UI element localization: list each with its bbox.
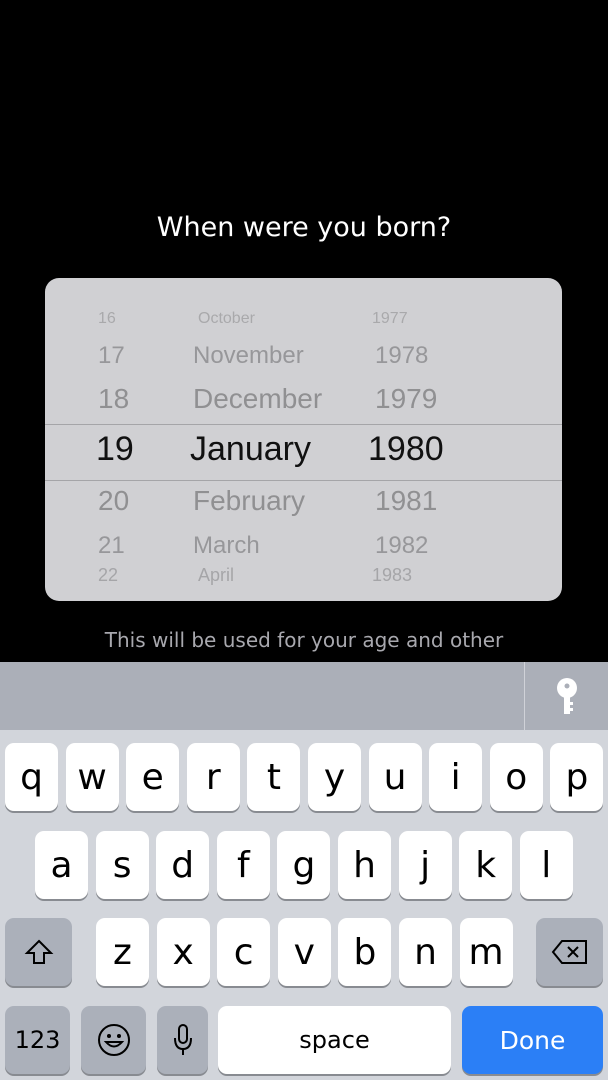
shift-key[interactable] (5, 918, 72, 986)
key-c[interactable]: c (217, 918, 271, 986)
key-t[interactable]: t (247, 743, 301, 811)
month-item[interactable]: December (193, 383, 322, 415)
key-h[interactable]: h (338, 831, 391, 899)
numbers-key[interactable]: 123 (5, 1006, 70, 1074)
year-item[interactable]: 1978 (375, 342, 428, 370)
key-a[interactable]: a (35, 831, 88, 899)
year-item[interactable]: 1981 (375, 485, 437, 517)
key-f[interactable]: f (216, 831, 270, 899)
key-m[interactable]: m (459, 918, 513, 986)
keyboard-accessory-bar (0, 662, 608, 730)
day-item[interactable]: 17 (98, 342, 125, 370)
emoji-key[interactable] (81, 1006, 146, 1074)
key-z[interactable]: z (96, 918, 149, 986)
key-j[interactable]: j (398, 831, 452, 899)
key-w[interactable]: w (65, 743, 119, 811)
day-item[interactable]: 20 (98, 485, 129, 517)
key-r[interactable]: r (186, 743, 240, 811)
key-icon[interactable] (556, 678, 578, 721)
done-key[interactable]: Done (462, 1006, 603, 1074)
space-key[interactable]: space (218, 1006, 451, 1074)
key-y[interactable]: y (308, 743, 361, 811)
day-item[interactable]: 19 (96, 430, 134, 469)
key-u[interactable]: u (368, 743, 422, 811)
month-item[interactable]: January (190, 430, 311, 469)
key-e[interactable]: e (126, 743, 180, 811)
helper-text: This will be used for your age and other (104, 628, 504, 652)
dictation-key[interactable] (157, 1006, 208, 1074)
selection-line-bottom (45, 480, 562, 481)
year-item[interactable]: 1977 (372, 310, 408, 328)
day-item[interactable]: 22 (98, 565, 118, 586)
key-i[interactable]: i (429, 743, 483, 811)
year-item[interactable]: 1982 (375, 532, 428, 560)
delete-key[interactable] (536, 918, 603, 986)
month-item[interactable]: April (198, 565, 234, 586)
emoji-icon (97, 1024, 130, 1056)
day-item[interactable]: 21 (98, 532, 125, 560)
key-p[interactable]: p (550, 743, 604, 811)
key-v[interactable]: v (277, 918, 331, 986)
month-item[interactable]: November (193, 342, 304, 370)
key-o[interactable]: o (489, 743, 543, 811)
microphone-icon (173, 1024, 192, 1055)
month-item[interactable]: October (198, 310, 255, 328)
page-title: When were you born? (156, 212, 452, 243)
key-l[interactable]: l (519, 831, 573, 899)
year-item[interactable]: 1983 (372, 565, 412, 586)
key-b[interactable]: b (338, 918, 392, 986)
backspace-icon (551, 940, 587, 964)
key-n[interactable]: n (399, 918, 452, 986)
key-d[interactable]: d (156, 831, 210, 899)
day-item[interactable]: 16 (98, 310, 116, 328)
shift-icon (24, 939, 53, 964)
selection-line-top (45, 424, 562, 425)
key-g[interactable]: g (277, 831, 331, 899)
date-picker[interactable]: 16 17 18 19 20 21 22 October November December Jan… (45, 278, 562, 601)
key-x[interactable]: x (156, 918, 210, 986)
divider (524, 662, 525, 730)
year-item[interactable]: 1980 (368, 430, 444, 469)
year-item[interactable]: 1979 (375, 383, 437, 415)
day-item[interactable]: 18 (98, 383, 129, 415)
key-s[interactable]: s (95, 831, 149, 899)
key-q[interactable]: q (5, 743, 58, 811)
month-item[interactable]: February (193, 485, 305, 517)
month-item[interactable]: March (193, 532, 260, 560)
key-k[interactable]: k (459, 831, 513, 899)
